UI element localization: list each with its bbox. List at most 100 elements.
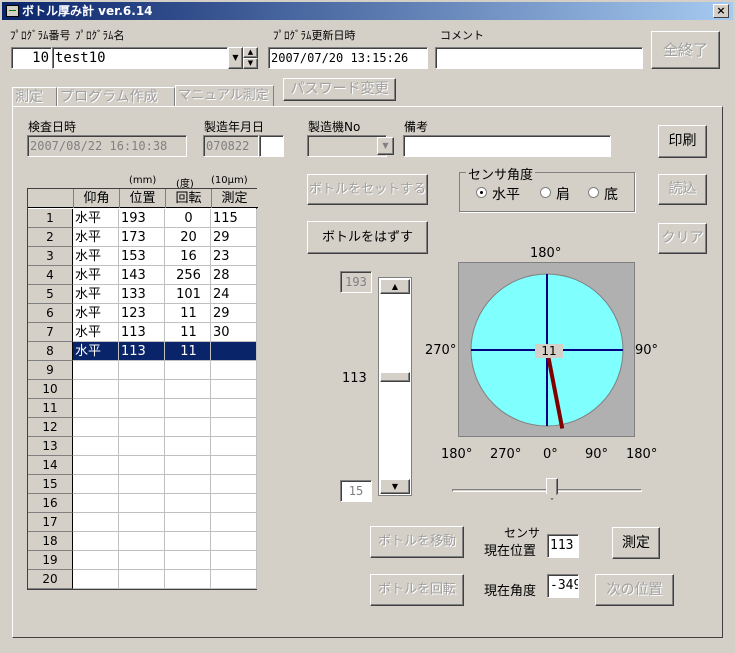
exit-all-button[interactable]: 全終了 — [651, 31, 720, 69]
table-cell[interactable] — [119, 494, 165, 513]
move-bottle-button[interactable]: ボトルを移動 — [370, 526, 464, 558]
measurement-table[interactable]: 仰角 位置 回転 測定 1 水平 193 0 115 2 水平 173 20 29 3 水平 153 16… — [27, 188, 258, 590]
tab-program-create[interactable]: プログラム作成 — [57, 87, 175, 107]
table-cell[interactable]: 0 — [165, 209, 211, 228]
table-cell[interactable]: 11 — [165, 323, 211, 342]
table-cell[interactable]: 29 — [211, 304, 257, 323]
table-cell[interactable] — [211, 551, 257, 570]
comment-field[interactable] — [435, 47, 643, 69]
spin-down-button[interactable]: ▼ — [243, 58, 258, 69]
table-cell[interactable]: 水平 — [73, 285, 119, 304]
table-cell[interactable]: 29 — [211, 228, 257, 247]
mfg-date-extra-field[interactable] — [259, 135, 284, 157]
table-cell[interactable] — [73, 399, 119, 418]
table-cell[interactable]: 水平 — [73, 342, 119, 361]
scroll-up-button[interactable]: ▲ — [380, 279, 410, 294]
table-cell[interactable]: 143 — [119, 266, 165, 285]
table-cell[interactable]: 水平 — [73, 209, 119, 228]
table-cell[interactable]: 水平 — [73, 323, 119, 342]
table-cell[interactable]: 113 — [119, 342, 165, 361]
table-cell[interactable] — [165, 399, 211, 418]
radio-bottom[interactable] — [588, 187, 599, 198]
table-cell[interactable] — [165, 494, 211, 513]
scroll-down-button[interactable]: ▼ — [380, 479, 410, 494]
table-cell[interactable]: 30 — [211, 323, 257, 342]
table-cell[interactable] — [165, 532, 211, 551]
table-cell[interactable] — [119, 437, 165, 456]
table-cell[interactable] — [119, 532, 165, 551]
table-cell[interactable]: 水平 — [73, 266, 119, 285]
table-cell[interactable]: 133 — [119, 285, 165, 304]
table-cell[interactable]: 113 — [119, 323, 165, 342]
remove-bottle-button[interactable]: ボトルをはずす — [307, 221, 428, 254]
scroll-thumb[interactable] — [380, 372, 410, 382]
table-cell[interactable]: 153 — [119, 247, 165, 266]
table-cell[interactable] — [165, 570, 211, 589]
program-dropdown-button[interactable]: ▼ — [228, 47, 243, 69]
table-cell[interactable]: 115 — [211, 209, 257, 228]
table-cell[interactable] — [211, 570, 257, 589]
table-cell[interactable] — [165, 418, 211, 437]
table-cell[interactable]: 水平 — [73, 247, 119, 266]
table-cell[interactable] — [73, 437, 119, 456]
table-cell[interactable] — [165, 551, 211, 570]
print-button[interactable]: 印刷 — [658, 125, 707, 158]
table-cell[interactable]: 11 — [165, 342, 211, 361]
position-scrollbar[interactable]: ▲ ▼ — [378, 277, 412, 496]
table-cell[interactable] — [165, 380, 211, 399]
machine-no-select[interactable] — [307, 135, 387, 157]
table-cell[interactable] — [73, 361, 119, 380]
table-cell[interactable] — [73, 456, 119, 475]
read-button[interactable]: 読込 — [658, 174, 707, 205]
table-cell[interactable] — [119, 551, 165, 570]
table-cell[interactable] — [73, 532, 119, 551]
table-cell[interactable]: 173 — [119, 228, 165, 247]
table-cell[interactable] — [119, 513, 165, 532]
table-cell[interactable] — [211, 342, 257, 361]
table-cell[interactable]: 水平 — [73, 228, 119, 247]
measure-button[interactable]: 測定 — [612, 527, 660, 559]
table-cell[interactable] — [119, 399, 165, 418]
table-cell[interactable] — [119, 456, 165, 475]
table-cell[interactable] — [119, 418, 165, 437]
table-cell[interactable] — [119, 380, 165, 399]
table-cell[interactable] — [73, 418, 119, 437]
table-cell[interactable]: 193 — [119, 209, 165, 228]
radio-horizontal[interactable] — [476, 187, 487, 198]
table-cell[interactable] — [119, 570, 165, 589]
table-cell[interactable] — [165, 475, 211, 494]
close-button[interactable]: × — [713, 4, 729, 18]
table-cell[interactable]: 11 — [165, 304, 211, 323]
table-cell[interactable]: 24 — [211, 285, 257, 304]
table-cell[interactable] — [211, 399, 257, 418]
table-cell[interactable] — [211, 418, 257, 437]
spin-up-button[interactable]: ▲ — [243, 47, 258, 58]
table-cell[interactable] — [211, 532, 257, 551]
table-cell[interactable]: 20 — [165, 228, 211, 247]
radio-shoulder[interactable] — [540, 187, 551, 198]
table-cell[interactable] — [73, 513, 119, 532]
table-cell[interactable]: 28 — [211, 266, 257, 285]
table-cell[interactable]: 23 — [211, 247, 257, 266]
table-cell[interactable]: 16 — [165, 247, 211, 266]
table-cell[interactable]: 水平 — [73, 304, 119, 323]
table-cell[interactable] — [165, 513, 211, 532]
table-cell[interactable] — [165, 361, 211, 380]
machine-dropdown-button[interactable]: ▼ — [377, 137, 394, 155]
table-cell[interactable] — [73, 551, 119, 570]
table-cell[interactable] — [211, 380, 257, 399]
table-cell[interactable] — [211, 437, 257, 456]
next-position-button[interactable]: 次の位置 — [595, 574, 674, 606]
table-cell[interactable] — [165, 437, 211, 456]
table-cell[interactable] — [119, 475, 165, 494]
table-cell[interactable] — [73, 494, 119, 513]
table-cell[interactable] — [73, 570, 119, 589]
tab-measure[interactable]: 測定 — [12, 87, 57, 107]
table-cell[interactable] — [211, 361, 257, 380]
tab-manual-measure[interactable]: マニュアル測定 — [175, 85, 274, 107]
table-cell[interactable]: 256 — [165, 266, 211, 285]
table-cell[interactable] — [211, 456, 257, 475]
clear-button[interactable]: クリア — [658, 223, 707, 254]
table-cell[interactable] — [165, 456, 211, 475]
table-cell[interactable] — [211, 513, 257, 532]
